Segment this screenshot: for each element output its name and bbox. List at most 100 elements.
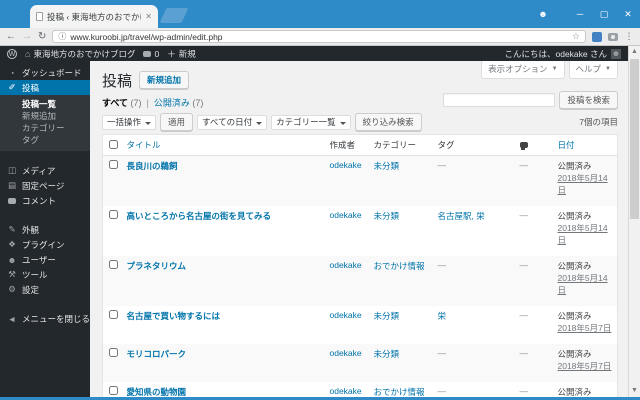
post-title-link[interactable]: 長良川の鵜飼 <box>127 161 178 171</box>
site-info-icon[interactable]: ⓘ <box>58 31 66 42</box>
camera-extension-icon[interactable] <box>608 32 618 41</box>
page-scrollbar[interactable]: ▲ ▼ <box>628 46 640 397</box>
post-title-link[interactable]: 愛知県の動物園 <box>127 387 187 397</box>
tablenav-top: 一括操作 適用 すべての日付 カテゴリー一覧 絞り込み検索 7個の項目 <box>102 113 618 131</box>
category-link[interactable]: 未分類 <box>374 161 400 171</box>
sidebar-item-label: メディア <box>22 165 56 176</box>
sidebar-item-users[interactable]: ☻ ユーザー <box>0 252 90 267</box>
search-posts-button[interactable]: 投稿を検索 <box>559 91 618 109</box>
maximize-button[interactable]: ▢ <box>592 9 616 20</box>
address-bar[interactable]: ⓘ www.kuroobi.jp/travel/wp-admin/edit.ph… <box>52 30 586 43</box>
sidebar-item-plugins[interactable]: ❖ プラグイン <box>0 237 90 252</box>
post-title-link[interactable]: 名古屋で買い物するには <box>127 311 221 321</box>
view-published-link[interactable]: 公開済み (7) <box>154 96 204 109</box>
submenu-add-new[interactable]: 新規追加 <box>0 110 90 122</box>
tags-cell[interactable]: 名古屋駅, 栄 <box>438 211 485 221</box>
new-label: 新規 <box>178 48 196 59</box>
category-link[interactable]: おでかけ情報 <box>374 387 425 397</box>
sidebar-item-media[interactable]: ◫ メディア <box>0 163 90 178</box>
sidebar-item-posts[interactable]: ✐ 投稿 <box>0 80 96 95</box>
user-avatar: ☻ <box>611 48 621 59</box>
sidebar-item-appearance[interactable]: ✎ 外観 <box>0 222 90 237</box>
minimize-button[interactable]: ─ <box>568 9 592 19</box>
column-author: 作成者 <box>329 134 374 156</box>
browser-tab[interactable]: 投稿 ‹ 東海地方のおでかけ ✕ <box>30 5 158 28</box>
posts-table-body: 長良川の鵜飼 odekake 未分類 — — 公開済み 2018年5月14日 高… <box>102 155 618 400</box>
sidebar-item-comments[interactable]: コメント <box>0 193 90 208</box>
author-link[interactable]: odekake <box>330 260 362 270</box>
tab-close-icon[interactable]: ✕ <box>145 12 152 21</box>
sidebar-item-label: 外観 <box>22 224 40 235</box>
sidebar-item-tools[interactable]: ⚒ ツール <box>0 267 90 282</box>
sidebar-item-dashboard[interactable]: ◔ ダッシュボード <box>0 65 90 80</box>
table-row: 名古屋で買い物するには odekake 未分類 栄 — 公開済み 2018年5月… <box>103 306 618 344</box>
author-link[interactable]: odekake <box>330 160 362 170</box>
forward-icon[interactable]: → <box>22 31 32 42</box>
row-checkbox[interactable] <box>109 386 118 395</box>
category-link[interactable]: 未分類 <box>374 311 400 321</box>
row-checkbox[interactable] <box>109 348 118 357</box>
column-date[interactable]: 日付 <box>557 134 618 156</box>
comments-menu[interactable]: 0 <box>143 49 159 59</box>
submenu-categories[interactable]: カテゴリー <box>0 122 90 134</box>
post-title-link[interactable]: プラネタリウム <box>127 261 187 271</box>
extension-icon-blue[interactable] <box>592 31 602 42</box>
column-comments <box>519 134 558 156</box>
row-checkbox[interactable] <box>109 310 118 319</box>
post-title-link[interactable]: 高いところから名古屋の街を見てみる <box>127 211 272 221</box>
bookmark-star-icon[interactable]: ☆ <box>572 31 580 42</box>
browser-profile-icon[interactable]: ☻ <box>530 9 556 19</box>
site-name-menu[interactable]: ⌂ 東海地方のおでかけブログ <box>25 48 135 60</box>
plugins-icon: ❖ <box>8 239 16 249</box>
close-button[interactable]: ✕ <box>616 9 640 20</box>
chevron-down-icon: ▼ <box>605 66 611 72</box>
url-text[interactable]: www.kuroobi.jp/travel/wp-admin/edit.php <box>70 32 568 42</box>
help-button[interactable]: ヘルプ ▼ <box>568 61 618 79</box>
date-filter-select[interactable]: すべての日付 <box>197 114 268 130</box>
author-link[interactable]: odekake <box>330 210 362 220</box>
comments-cell: — <box>519 210 529 220</box>
scroll-up-icon[interactable]: ▲ <box>629 46 640 58</box>
row-checkbox[interactable] <box>109 210 118 219</box>
post-title-link[interactable]: モリコロパーク <box>127 349 187 359</box>
category-link[interactable]: 未分類 <box>374 211 400 221</box>
submenu-all-posts[interactable]: 投稿一覧 <box>0 98 90 110</box>
back-icon[interactable]: ← <box>6 31 16 42</box>
sidebar-item-pages[interactable]: ▤ 固定ページ <box>0 178 90 193</box>
category-filter-select[interactable]: カテゴリー一覧 <box>271 114 351 130</box>
browser-menu-icon[interactable]: ⋮ <box>624 31 634 42</box>
view-filters: すべて (7) | 公開済み (7) <box>102 96 203 109</box>
bulk-action-select[interactable]: 一括操作 <box>102 114 157 130</box>
sidebar-collapse-menu[interactable]: ◄ メニューを閉じる <box>0 311 90 326</box>
new-content-menu[interactable]: ＋ 新規 <box>167 48 196 60</box>
add-new-button[interactable]: 新規追加 <box>139 71 190 89</box>
howdy-greeting[interactable]: こんにちは、odekake さん <box>505 48 608 60</box>
wordpress-logo-icon[interactable]: W <box>7 48 17 59</box>
category-link[interactable]: 未分類 <box>374 349 400 359</box>
select-all-checkbox[interactable] <box>109 139 118 149</box>
search-input[interactable] <box>443 93 556 107</box>
author-link[interactable]: odekake <box>330 386 362 396</box>
tags-cell: — <box>437 348 447 358</box>
author-link[interactable]: odekake <box>330 310 362 320</box>
comment-bubble-icon <box>519 142 528 150</box>
apply-button[interactable]: 適用 <box>160 113 194 131</box>
category-link[interactable]: おでかけ情報 <box>374 261 425 271</box>
scroll-down-icon[interactable]: ▼ <box>629 385 640 397</box>
scrollbar-thumb[interactable] <box>630 59 639 219</box>
author-link[interactable]: odekake <box>330 348 362 358</box>
sidebar-item-settings[interactable]: ⚙ 設定 <box>0 282 90 297</box>
filter-button[interactable]: 絞り込み検索 <box>354 113 422 131</box>
tags-cell[interactable]: 栄 <box>438 311 447 321</box>
comment-bubble-icon <box>143 50 152 57</box>
row-checkbox[interactable] <box>109 160 118 169</box>
submenu-tags[interactable]: タグ <box>0 134 90 146</box>
column-title[interactable]: タイトル <box>126 134 330 156</box>
new-tab-button[interactable] <box>159 8 189 23</box>
date-cell: 公開済み 2018年5月7日 <box>558 306 618 344</box>
view-all-link[interactable]: すべて (7) <box>102 96 142 109</box>
comments-cell: — <box>519 160 529 170</box>
reload-icon[interactable]: ↻ <box>38 31 46 42</box>
screen-options-button[interactable]: 表示オプション ▼ <box>481 61 565 79</box>
row-checkbox[interactable] <box>109 260 118 269</box>
